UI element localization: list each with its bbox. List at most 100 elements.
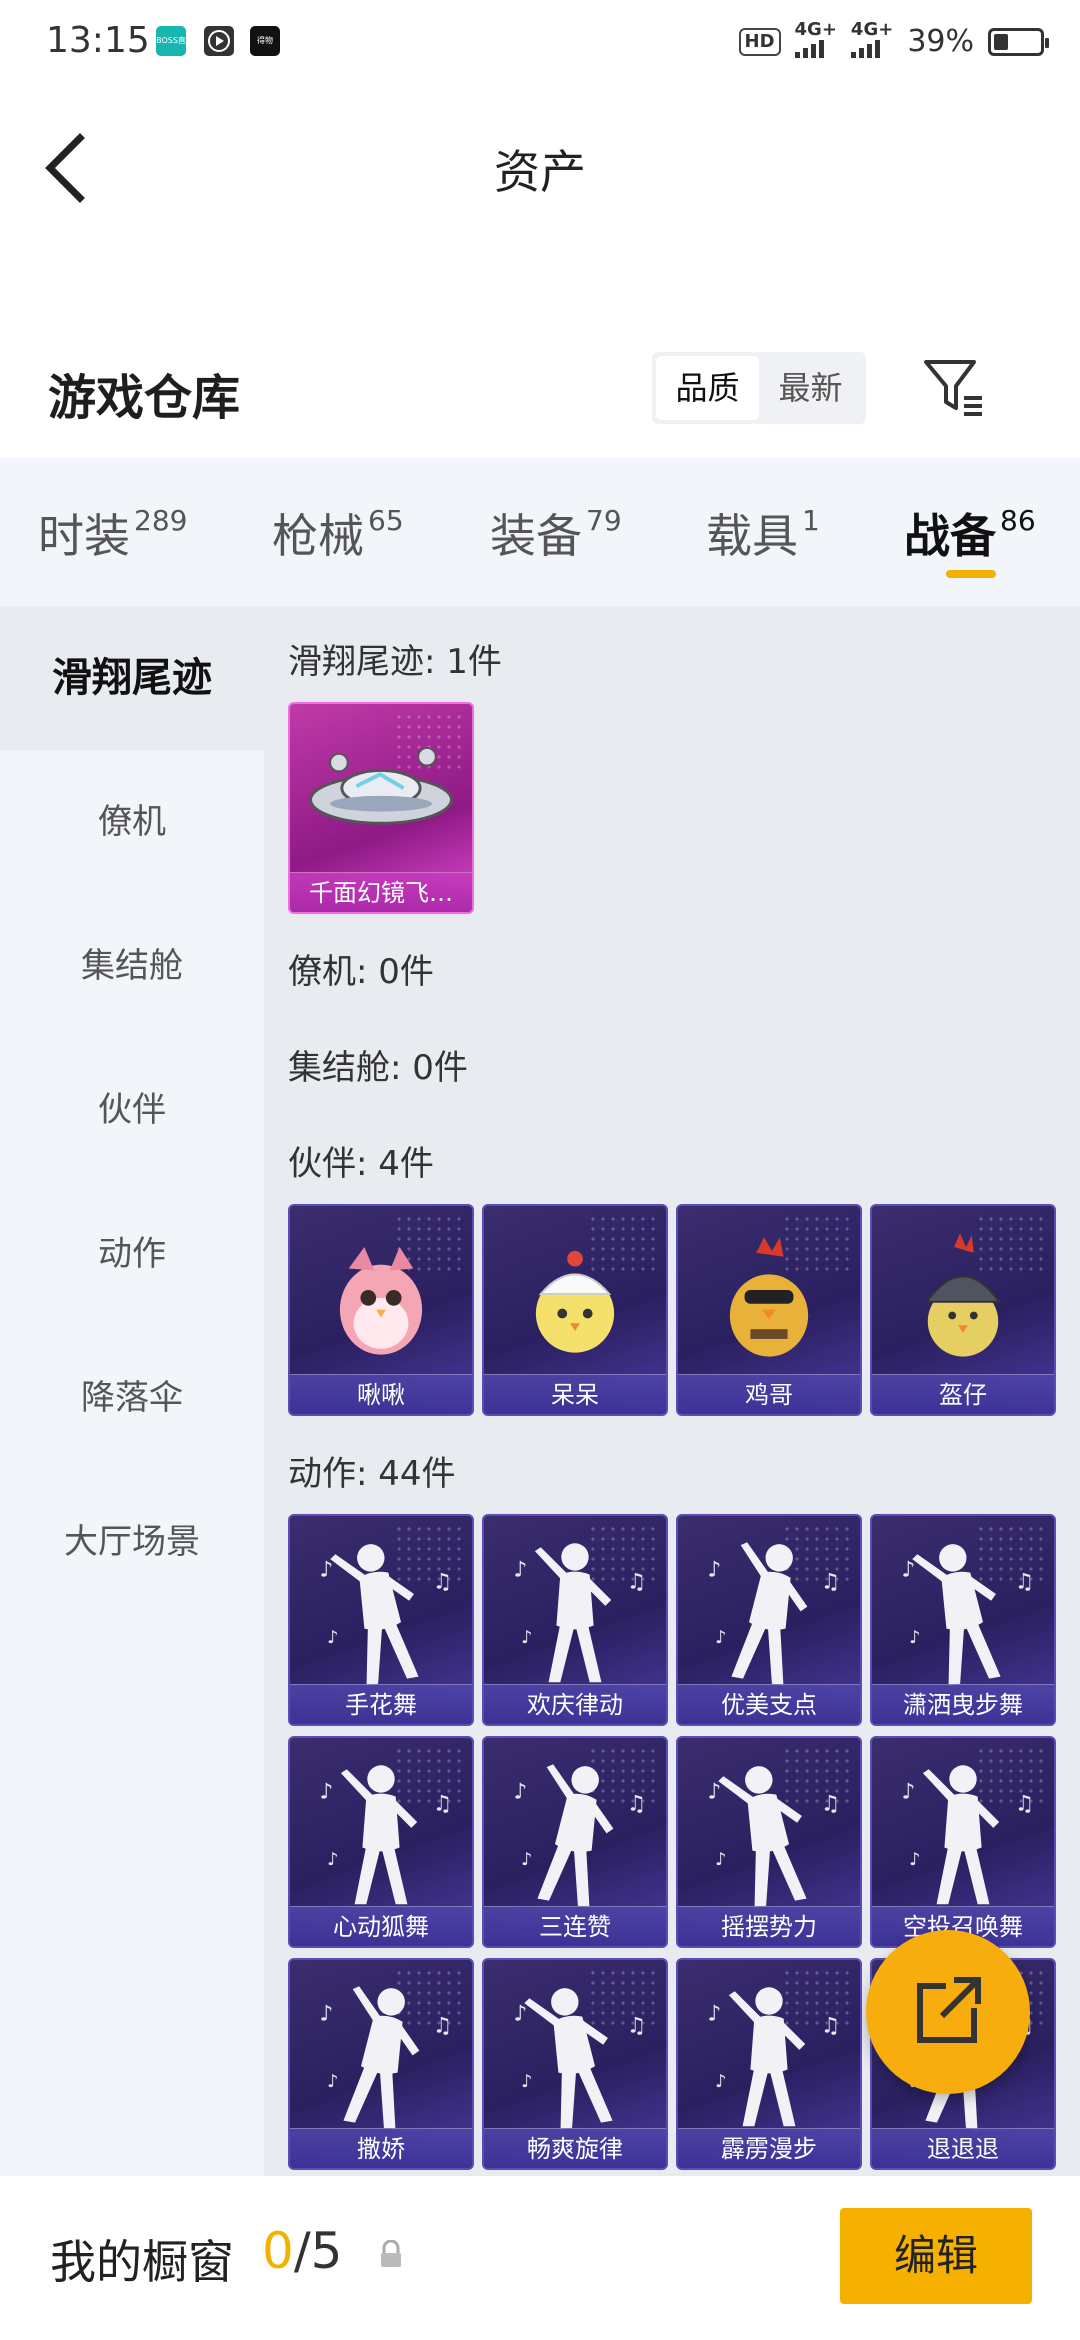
- item-card[interactable]: ♪ ♫ ♪ 潇洒曳步舞: [870, 1514, 1056, 1726]
- dancer-icon: ♪ ♫ ♪: [901, 1765, 1034, 1905]
- showcase-count-current: 0: [262, 2222, 294, 2280]
- item-name: 畅爽旋律: [484, 2128, 666, 2168]
- dancer-icon: ♪ ♫ ♪: [707, 1766, 840, 1908]
- svg-text:♫: ♫: [627, 1791, 646, 1816]
- dancer-icon: ♪ ♫ ♪: [901, 1544, 1034, 1686]
- tab-count: 289: [134, 504, 188, 537]
- item-card[interactable]: 鸡哥: [676, 1204, 862, 1416]
- svg-text:♫: ♫: [433, 1569, 452, 1594]
- svg-text:♪: ♪: [715, 1628, 726, 1648]
- sidebar-item-wingman[interactable]: 僚机: [0, 750, 264, 894]
- item-card[interactable]: ♪ ♫ ♪ 优美支点: [676, 1514, 862, 1726]
- item-name: 潇洒曳步舞: [872, 1684, 1054, 1724]
- category-tabs: 时装 289 枪械 65 装备 79 载具 1 战备 86: [0, 458, 1080, 606]
- sort-quality-button[interactable]: 品质: [656, 356, 759, 420]
- signal-label-2: 4G+: [850, 19, 894, 40]
- dancer-icon: ♪ ♫ ♪: [513, 1543, 646, 1683]
- svg-text:♪: ♪: [707, 1780, 721, 1805]
- item-name: 三连赞: [484, 1906, 666, 1946]
- sidebar-item-rally-pod[interactable]: 集结舱: [0, 894, 264, 1038]
- item-name: 心动狐舞: [290, 1906, 472, 1946]
- tab-label: 装备: [490, 509, 582, 563]
- item-card[interactable]: ♪ ♫ ♪ 摇摆势力: [676, 1736, 862, 1948]
- tab-label: 枪械: [272, 509, 364, 563]
- tab-battle-gear[interactable]: 战备 86: [904, 500, 1036, 566]
- dancer-icon: ♪ ♫ ♪: [707, 1542, 840, 1686]
- item-card[interactable]: 盔仔: [870, 1204, 1056, 1416]
- item-name: 鸡哥: [678, 1374, 860, 1414]
- sort-toggle: 品质 最新: [652, 352, 866, 424]
- filter-button[interactable]: [922, 356, 986, 420]
- item-card[interactable]: ♪ ♫ ♪ 空投召唤舞: [870, 1736, 1056, 1948]
- video-app-icon: [204, 26, 234, 56]
- item-card[interactable]: ♪ ♫ ♪ 三连赞: [482, 1736, 668, 1948]
- section-title-pod: 集结舱: 0件: [288, 1048, 468, 1088]
- item-card[interactable]: ♪ ♫ ♪ 畅爽旋律: [482, 1958, 668, 2170]
- section-title-glide: 滑翔尾迹: 1件: [288, 642, 502, 682]
- svg-text:♪: ♪: [707, 2002, 721, 2027]
- share-fab-button[interactable]: [866, 1930, 1030, 2094]
- item-name: 撒娇: [290, 2128, 472, 2168]
- svg-text:♪: ♪: [707, 1558, 721, 1583]
- svg-text:♫: ♫: [627, 1569, 646, 1594]
- sidebar-item-parachute[interactable]: 降落伞: [0, 1326, 264, 1470]
- bottom-bar: 我的橱窗 0/5 编辑: [0, 2176, 1080, 2340]
- battery-icon: [988, 27, 1049, 56]
- section-title-emote: 动作: 44件: [288, 1454, 456, 1494]
- sidebar-item-lobby-scene[interactable]: 大厅场景: [0, 1470, 264, 1614]
- svg-text:♪: ♪: [901, 1558, 915, 1583]
- svg-text:♫: ♫: [433, 1791, 452, 1816]
- item-card[interactable]: 呆呆: [482, 1204, 668, 1416]
- svg-text:♪: ♪: [521, 2072, 532, 2092]
- svg-text:♫: ♫: [1015, 1791, 1034, 1816]
- svg-text:♫: ♫: [821, 2013, 840, 2038]
- svg-text:♪: ♪: [327, 2072, 338, 2092]
- tab-label: 载具: [706, 509, 798, 563]
- svg-text:♪: ♪: [319, 1558, 333, 1583]
- edit-button[interactable]: 编辑: [840, 2208, 1032, 2304]
- tab-fashion[interactable]: 时装 289: [38, 500, 187, 566]
- item-name: 霹雳漫步: [678, 2128, 860, 2168]
- signal-icon-2: 4G+: [850, 19, 894, 61]
- item-card[interactable]: 千面幻镜飞…: [288, 702, 474, 914]
- warehouse-title: 游戏仓库: [48, 370, 241, 426]
- sidebar-item-emote[interactable]: 动作: [0, 1182, 264, 1326]
- item-name: 千面幻镜飞…: [290, 872, 472, 912]
- sort-newest-button[interactable]: 最新: [759, 356, 862, 420]
- status-bar: 13:15 BOSS直聘 得物 HD 4G+ 4G+ 39%: [0, 0, 1080, 86]
- tab-guns[interactable]: 枪械 65: [272, 500, 404, 566]
- svg-text:♪: ♪: [715, 1850, 726, 1870]
- svg-text:♪: ♪: [513, 1780, 527, 1805]
- svg-text:♪: ♪: [909, 1850, 920, 1870]
- dancer-icon: ♪ ♫ ♪: [319, 1986, 452, 2130]
- sidebar-item-glide-trail[interactable]: 滑翔尾迹: [0, 606, 264, 750]
- item-name: 摇摆势力: [678, 1906, 860, 1946]
- rooster-icon: [729, 1237, 809, 1357]
- pink-bird-icon: [339, 1246, 423, 1355]
- tab-vehicles[interactable]: 载具 1: [706, 500, 820, 566]
- showcase-title: 我的橱窗: [50, 2235, 234, 2289]
- svg-text:♫: ♫: [433, 2013, 452, 2038]
- showcase-count: 0/5: [262, 2222, 342, 2280]
- section-title-wingman: 僚机: 0件: [288, 952, 434, 992]
- item-card[interactable]: ♪ ♫ ♪ 霹雳漫步: [676, 1958, 862, 2170]
- tab-equipment[interactable]: 装备 79: [490, 500, 622, 566]
- item-card[interactable]: ♪ ♫ ♪ 撒娇: [288, 1958, 474, 2170]
- page-title: 资产: [494, 145, 586, 199]
- item-name: 欢庆律动: [484, 1684, 666, 1724]
- sidebar-item-partner[interactable]: 伙伴: [0, 1038, 264, 1182]
- svg-text:♪: ♪: [319, 2002, 333, 2027]
- item-card[interactable]: ♪ ♫ ♪ 手花舞: [288, 1514, 474, 1726]
- tab-label: 战备: [904, 509, 996, 563]
- tab-count: 86: [1000, 504, 1036, 537]
- tab-count: 79: [586, 504, 622, 537]
- dewu-app-icon: 得物: [250, 26, 280, 56]
- item-card[interactable]: ♪ ♫ ♪ 心动狐舞: [288, 1736, 474, 1948]
- dancer-icon: ♪ ♫ ♪: [513, 1764, 646, 1908]
- item-card[interactable]: ♪ ♫ ♪ 欢庆律动: [482, 1514, 668, 1726]
- item-card[interactable]: 啾啾: [288, 1204, 474, 1416]
- top-nav: 资产: [0, 86, 1080, 246]
- dancer-icon: ♪ ♫ ♪: [513, 1988, 646, 2130]
- tab-count: 65: [368, 504, 404, 537]
- svg-text:♪: ♪: [513, 2002, 527, 2027]
